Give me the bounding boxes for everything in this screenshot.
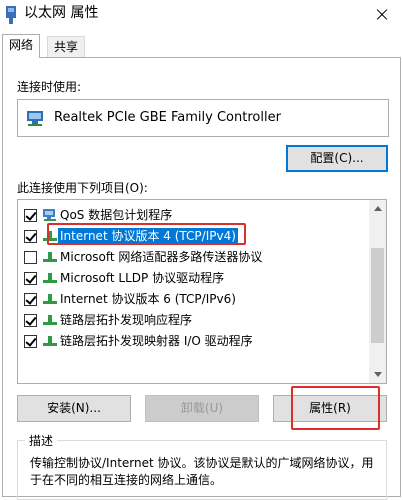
- components-list[interactable]: QoS 数据包计划程序 Internet 协议版本 4 (TCP/IPv4) M…: [17, 199, 387, 384]
- install-button[interactable]: 安装(N)...: [17, 395, 131, 422]
- list-item-qos[interactable]: QoS 数据包计划程序: [24, 205, 364, 225]
- checkbox[interactable]: [24, 230, 37, 243]
- item-label: Internet 协议版本 4 (TCP/IPv4): [58, 228, 238, 244]
- checkbox[interactable]: [24, 272, 37, 285]
- list-item-ipv4[interactable]: Internet 协议版本 4 (TCP/IPv4): [24, 226, 364, 246]
- protocol-icon: [43, 294, 57, 304]
- item-label: Internet 协议版本 6 (TCP/IPv6): [60, 292, 236, 306]
- adapter-field: Realtek PCIe GBE Family Controller: [17, 99, 389, 137]
- checkbox[interactable]: [24, 335, 37, 348]
- items-label: 此连接使用下列项目(O):: [17, 181, 148, 195]
- protocol-icon: [43, 273, 57, 283]
- connect-using-label: 连接时使用:: [17, 80, 82, 94]
- configure-button[interactable]: 配置(C)...: [286, 145, 388, 172]
- item-label: 链路层拓扑发现映射器 I/O 驱动程序: [60, 334, 253, 348]
- description-title: 描述: [25, 432, 58, 449]
- list-item-lltd-responder[interactable]: 链路层拓扑发现响应程序: [24, 310, 364, 330]
- window-title: 以太网 属性: [24, 5, 99, 21]
- close-button[interactable]: [360, 0, 403, 30]
- network-icon: [43, 209, 56, 221]
- item-label: 链路层拓扑发现响应程序: [60, 313, 193, 327]
- checkbox[interactable]: [24, 251, 37, 264]
- item-label: QoS 数据包计划程序: [60, 208, 173, 222]
- protocol-icon: [43, 231, 57, 241]
- list-item-multiplexor[interactable]: Microsoft 网络适配器多路传送器协议: [24, 247, 364, 267]
- vertical-scrollbar[interactable]: [369, 200, 386, 383]
- scroll-thumb[interactable]: [371, 248, 384, 343]
- protocol-icon: [43, 252, 57, 262]
- checkbox[interactable]: [24, 314, 37, 327]
- scroll-down-arrow-icon[interactable]: [369, 366, 386, 383]
- scroll-up-arrow-icon[interactable]: [369, 200, 386, 217]
- adapter-name: Realtek PCIe GBE Family Controller: [54, 110, 281, 125]
- protocol-icon: [43, 315, 57, 325]
- checkbox[interactable]: [24, 293, 37, 306]
- title-bar: 以太网 属性: [0, 0, 403, 30]
- uninstall-button[interactable]: 卸载(U): [145, 395, 259, 422]
- list-item-lldp[interactable]: Microsoft LLDP 协议驱动程序: [24, 268, 364, 288]
- network-card-icon: [27, 111, 43, 126]
- description-text: 传输控制协议/Internet 协议。该协议是默认的广域网络协议，用于在不同的相…: [30, 456, 374, 487]
- item-label: Microsoft 网络适配器多路传送器协议: [60, 250, 263, 264]
- network-adapter-icon: [6, 6, 16, 24]
- tab-network[interactable]: 网络: [2, 34, 41, 58]
- tab-sharing[interactable]: 共享: [47, 36, 86, 58]
- list-item-ipv6[interactable]: Internet 协议版本 6 (TCP/IPv6): [24, 289, 364, 309]
- properties-button[interactable]: 属性(R): [273, 395, 387, 422]
- item-label: Microsoft LLDP 协议驱动程序: [60, 271, 225, 285]
- tab-bar: 网络 共享: [0, 30, 403, 58]
- checkbox[interactable]: [24, 209, 37, 222]
- protocol-icon: [43, 336, 57, 346]
- list-item-lltd-mapper[interactable]: 链路层拓扑发现映射器 I/O 驱动程序: [24, 331, 364, 351]
